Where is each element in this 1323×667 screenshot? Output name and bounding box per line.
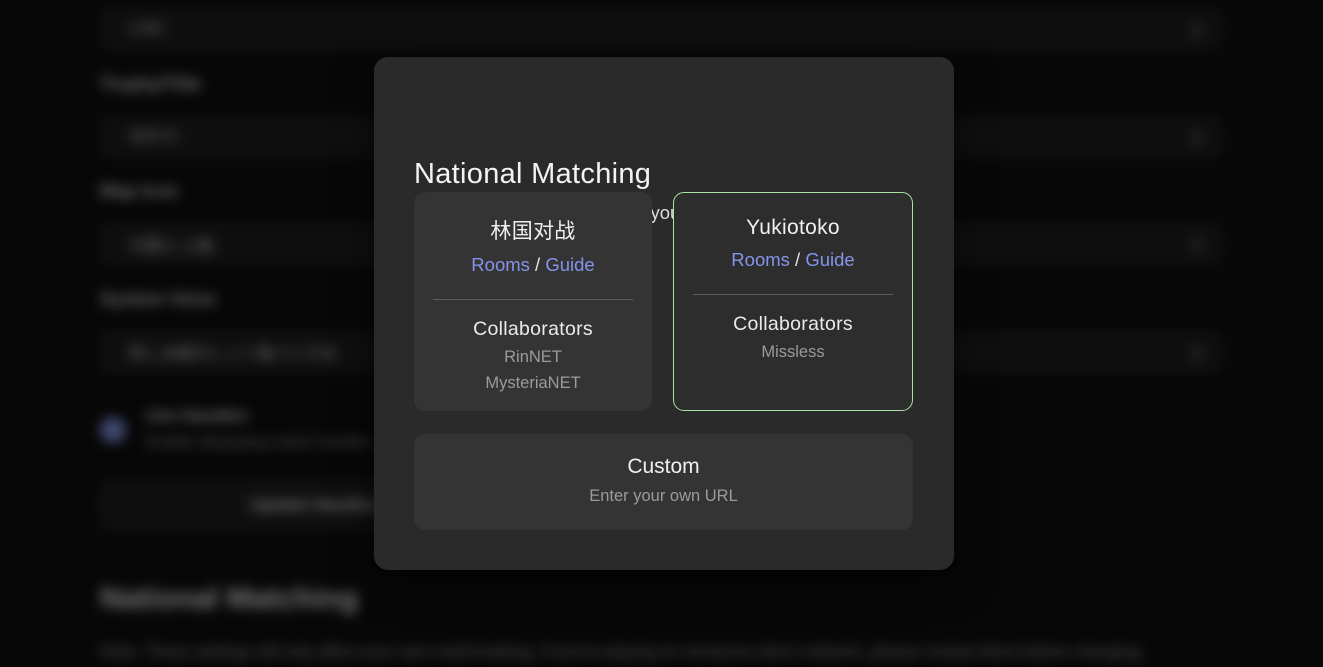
custom-title: Custom: [627, 455, 699, 479]
custom-server-card[interactable]: Custom Enter your own URL: [414, 434, 913, 530]
server-name: 林国对战: [490, 215, 575, 245]
server-links: Rooms / Guide: [471, 254, 594, 276]
server-card-yukiotoko[interactable]: Yukiotoko Rooms / Guide Collaborators Mi…: [673, 192, 913, 411]
guide-link[interactable]: Guide: [545, 254, 594, 275]
guide-link[interactable]: Guide: [805, 249, 854, 270]
collaborators-label: Collaborators: [733, 313, 853, 336]
link-separator: /: [535, 254, 540, 275]
modal-title: National Matching: [414, 158, 651, 191]
card-divider: [433, 299, 633, 300]
collaborator-item: Missless: [761, 343, 824, 362]
custom-subtitle: Enter your own URL: [589, 487, 738, 506]
link-separator: /: [795, 249, 800, 270]
collaborator-item: RinNET: [504, 348, 562, 367]
server-name: Yukiotoko: [746, 216, 840, 240]
server-links: Rooms / Guide: [731, 249, 854, 271]
card-divider: [693, 294, 893, 295]
national-matching-modal: National Matching Choose the matching se…: [374, 57, 954, 570]
rooms-link[interactable]: Rooms: [471, 254, 530, 275]
rooms-link[interactable]: Rooms: [731, 249, 790, 270]
collaborator-item: MysteriaNET: [485, 374, 580, 393]
collaborators-label: Collaborators: [473, 318, 593, 341]
server-card-linguo[interactable]: 林国对战 Rooms / Guide Collaborators RinNET …: [414, 192, 652, 411]
